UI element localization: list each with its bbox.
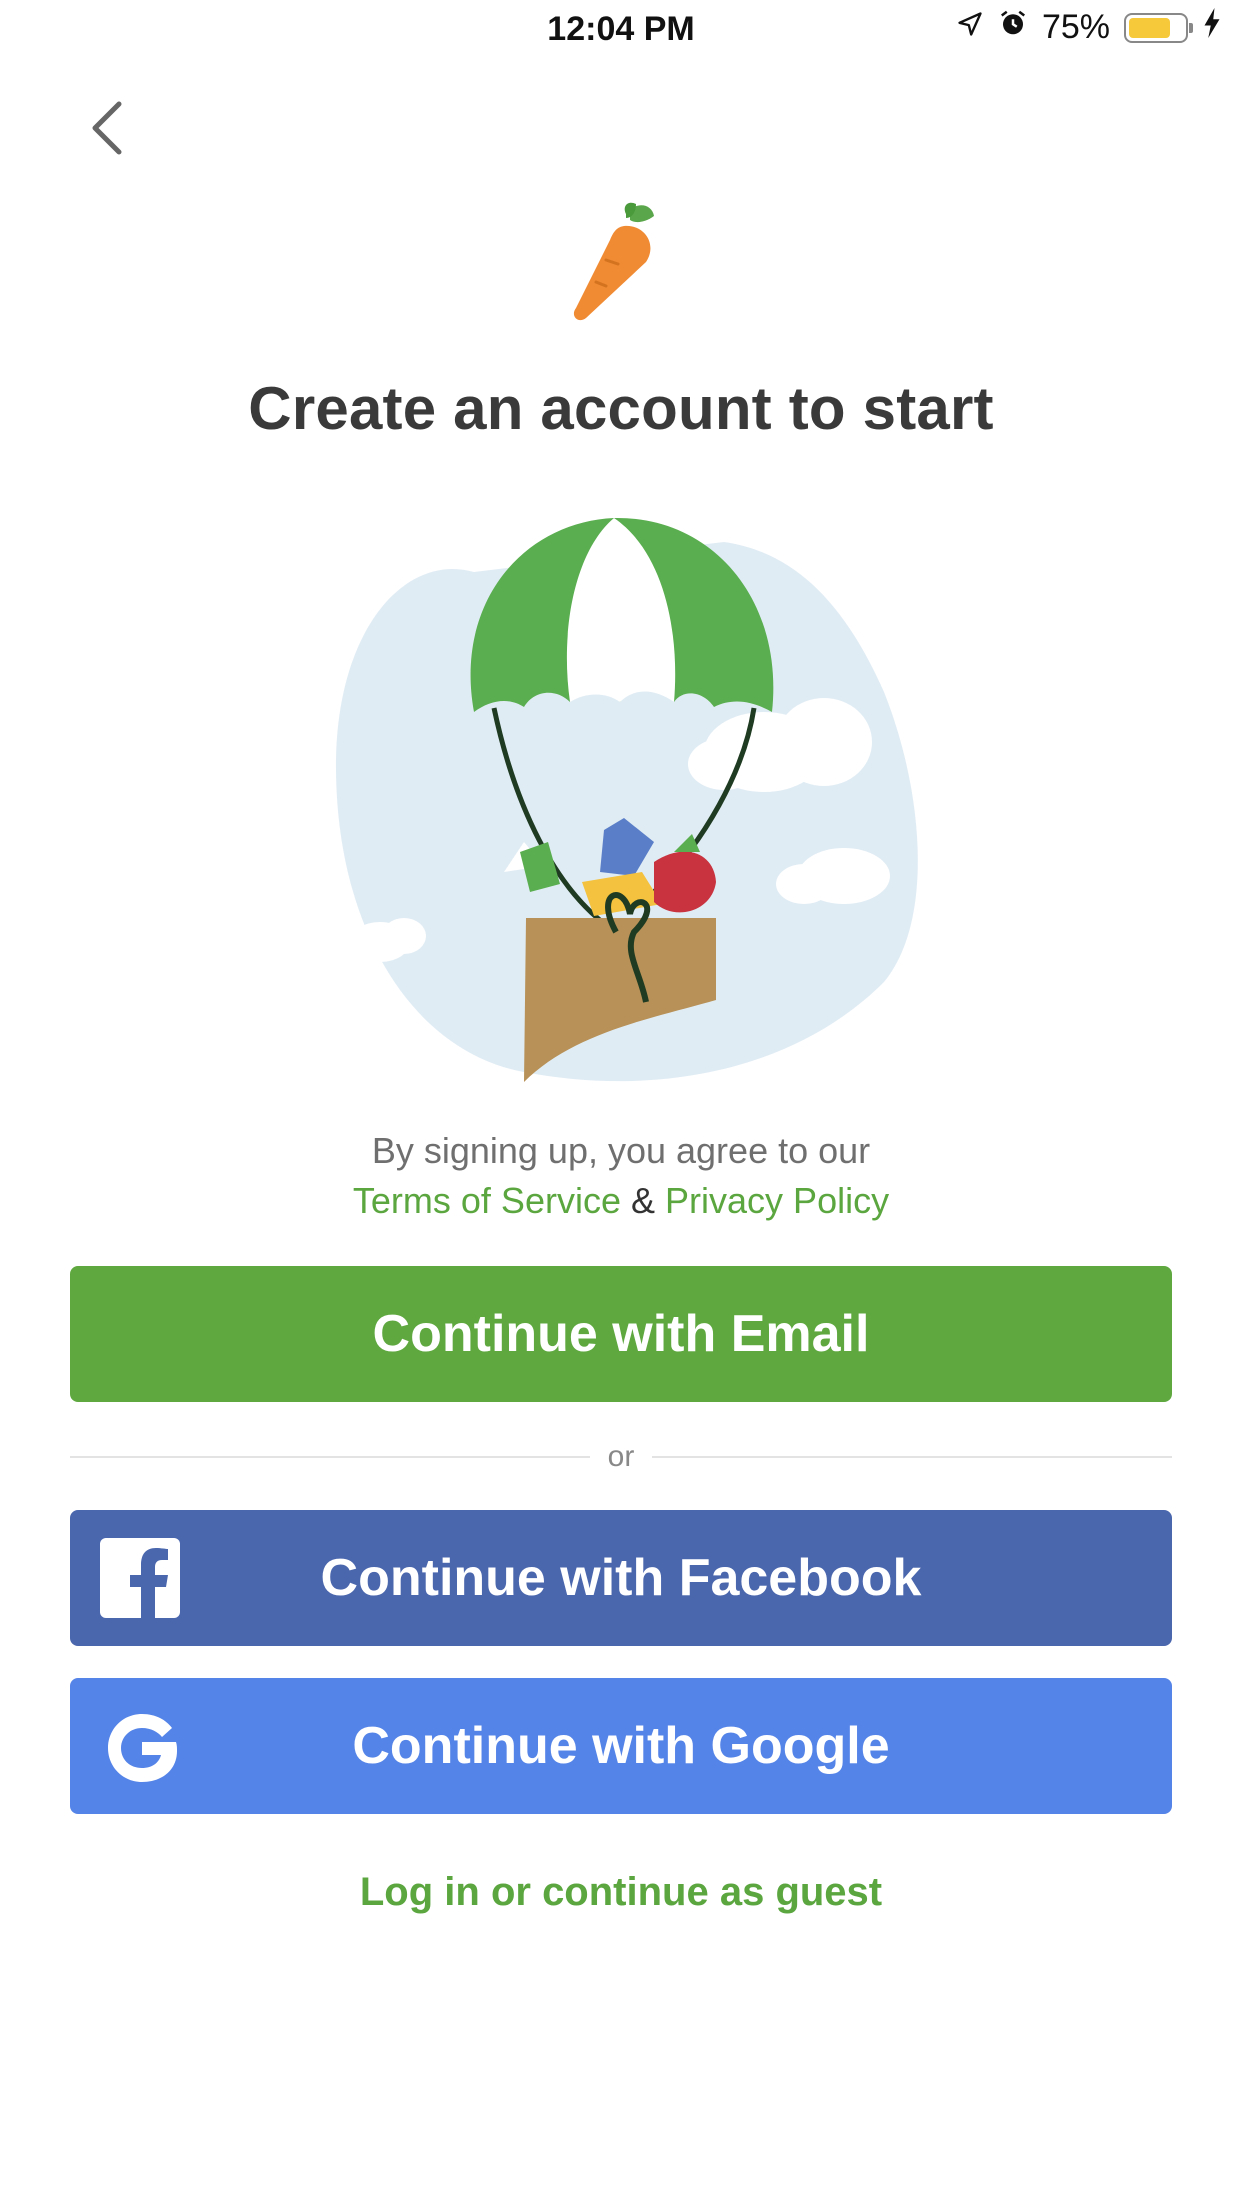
login-or-guest-link[interactable]: Log in or continue as guest — [0, 1870, 1242, 1915]
terms-separator: & — [631, 1180, 656, 1221]
battery-cap — [1189, 22, 1193, 33]
battery-icon — [1124, 12, 1193, 43]
carrot-logo — [566, 200, 676, 324]
parachute-grocery-illustration — [324, 512, 918, 1090]
privacy-policy-link[interactable]: Privacy Policy — [665, 1180, 889, 1221]
terms-notice: By signing up, you agree to our Terms of… — [0, 1126, 1242, 1226]
google-icon — [100, 1706, 180, 1786]
terms-prefix: By signing up, you agree to our — [371, 1130, 871, 1171]
continue-with-email-label: Continue with Email — [372, 1305, 870, 1363]
location-arrow-icon — [956, 8, 984, 47]
status-bar: 12:04 PM 75% — [0, 0, 1242, 56]
continue-with-google-label: Continue with Google — [352, 1717, 890, 1775]
continue-with-google-button[interactable]: Continue with Google — [70, 1678, 1172, 1814]
continue-with-email-button[interactable]: Continue with Email — [70, 1266, 1172, 1402]
alarm-clock-icon — [998, 8, 1028, 47]
continue-with-facebook-label: Continue with Facebook — [320, 1549, 922, 1607]
continue-with-facebook-button[interactable]: Continue with Facebook — [70, 1510, 1172, 1646]
signup-screen: 12:04 PM 75% Create an account to start … — [0, 0, 1242, 2208]
divider-or: or — [0, 1440, 1242, 1474]
battery-percent: 75% — [1041, 8, 1110, 46]
facebook-icon — [100, 1538, 180, 1618]
charging-bolt-icon — [1202, 8, 1222, 47]
battery-fill — [1129, 17, 1170, 38]
page-title: Create an account to start — [248, 375, 994, 442]
terms-of-service-link[interactable]: Terms of Service — [353, 1180, 621, 1221]
back-button[interactable] — [86, 96, 128, 160]
divider-or-label: or — [589, 1440, 653, 1473]
chevron-left-icon — [92, 101, 122, 155]
status-icons: 75% — [956, 8, 1222, 47]
terms-links-line: Terms of Service & Privacy Policy — [0, 1176, 1242, 1226]
